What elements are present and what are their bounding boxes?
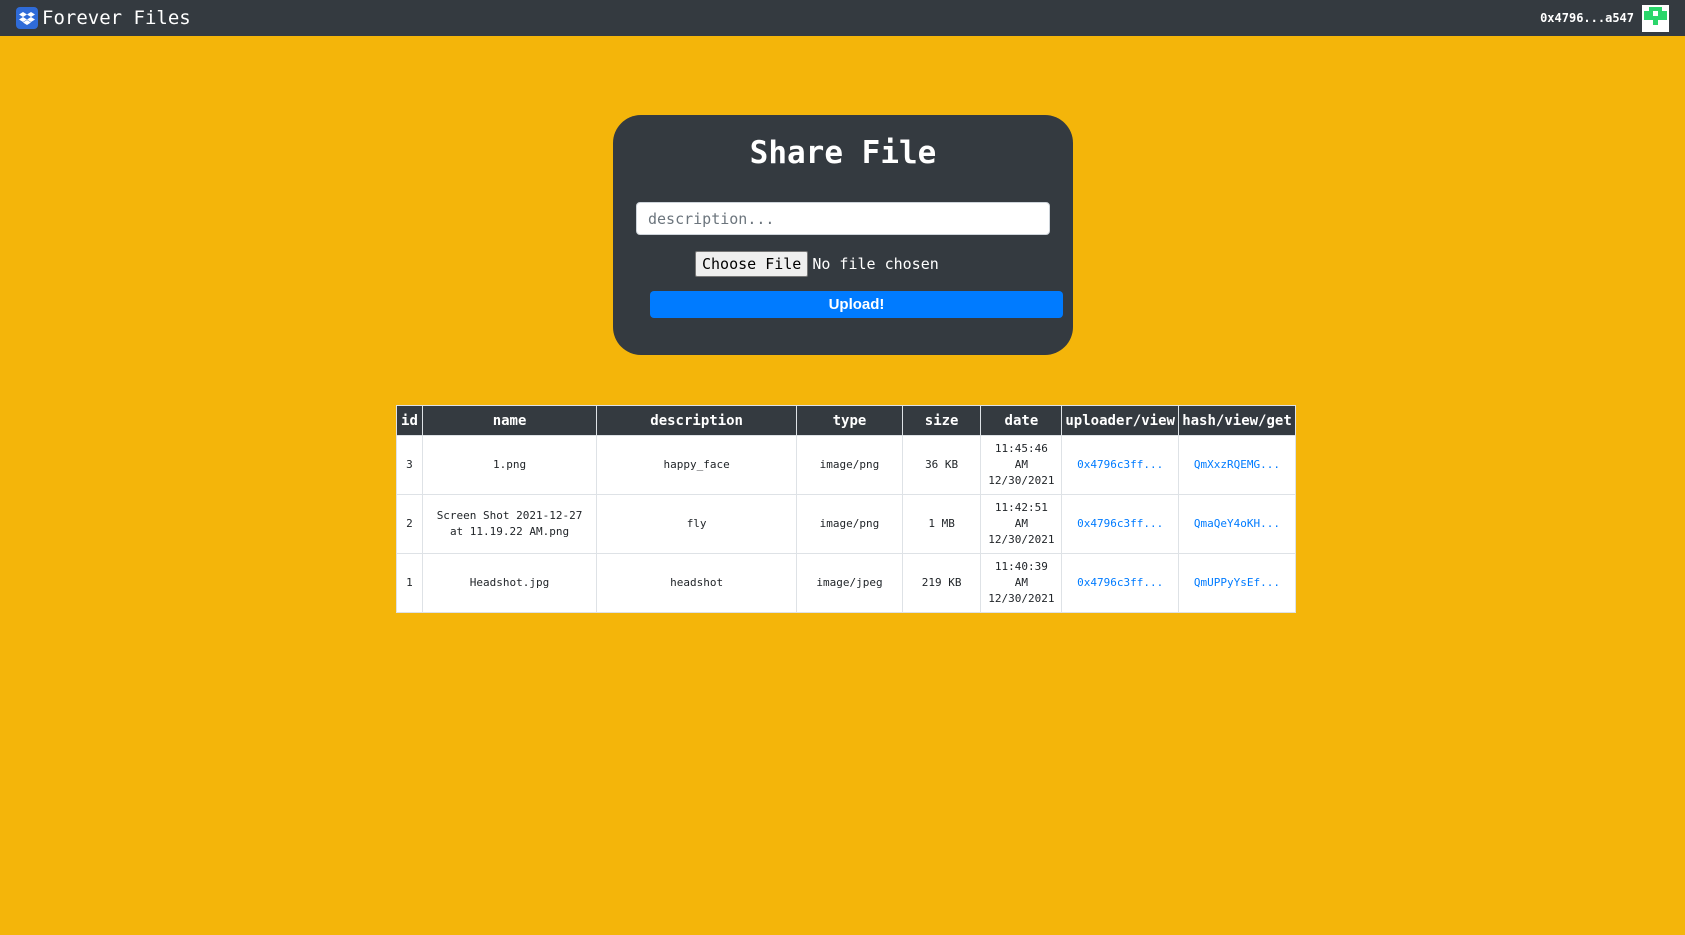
file-status-text: No file chosen bbox=[812, 255, 939, 273]
hash-link[interactable]: QmaQeY4oKH... bbox=[1177, 494, 1297, 554]
date-ampm: AM bbox=[1014, 458, 1029, 471]
card-title: Share File bbox=[749, 135, 937, 171]
header-name: name bbox=[421, 405, 598, 436]
cell-description: happy_face bbox=[596, 435, 798, 495]
cell-date: 11:42:51 AM 12/30/2021 bbox=[980, 494, 1063, 554]
date-day: 12/30/2021 bbox=[988, 474, 1055, 487]
brand[interactable]: Forever Files bbox=[16, 7, 191, 29]
uploader-link[interactable]: 0x4796c3ff... bbox=[1061, 553, 1179, 613]
header-hash: hash/view/get bbox=[1177, 405, 1297, 436]
date-time: 11:40:39 bbox=[994, 560, 1048, 573]
description-input[interactable] bbox=[636, 202, 1050, 235]
cell-size: 219 KB bbox=[901, 553, 982, 613]
cell-date: 11:40:39 AM 12/30/2021 bbox=[980, 553, 1063, 613]
cell-type: image/png bbox=[796, 435, 903, 495]
share-file-card: Share File Choose File No file chosen Up… bbox=[613, 115, 1073, 355]
date-time: 11:42:51 bbox=[994, 501, 1048, 514]
upload-button[interactable]: Upload! bbox=[650, 291, 1063, 318]
header-type: type bbox=[796, 405, 903, 436]
cell-description: fly bbox=[596, 494, 798, 554]
table-row: 1 Headshot.jpg headshot image/jpeg 219 K… bbox=[396, 553, 1297, 613]
cell-description: headshot bbox=[596, 553, 798, 613]
cell-name: Screen Shot 2021-12-27 at 11.19.22 AM.pn… bbox=[421, 494, 598, 554]
hash-link[interactable]: QmXxzRQEMG... bbox=[1177, 435, 1297, 495]
file-picker: Choose File No file chosen bbox=[695, 251, 939, 277]
header-date: date bbox=[980, 405, 1063, 436]
cell-type: image/png bbox=[796, 494, 903, 554]
app-title: Forever Files bbox=[42, 7, 191, 29]
date-ampm: AM bbox=[1014, 517, 1029, 530]
table-row: 2 Screen Shot 2021-12-27 at 11.19.22 AM.… bbox=[396, 494, 1297, 554]
cell-id: 3 bbox=[396, 435, 423, 495]
navbar: Forever Files 0x4796...a547 bbox=[0, 0, 1685, 36]
cell-name: 1.png bbox=[421, 435, 598, 495]
cell-date: 11:45:46 AM 12/30/2021 bbox=[980, 435, 1063, 495]
header-id: id bbox=[396, 405, 423, 436]
cell-size: 36 KB bbox=[901, 435, 982, 495]
header-uploader: uploader/view bbox=[1061, 405, 1179, 436]
choose-file-button[interactable]: Choose File bbox=[695, 251, 809, 277]
date-ampm: AM bbox=[1014, 576, 1029, 589]
hash-link[interactable]: QmUPPyYsEf... bbox=[1177, 553, 1297, 613]
date-day: 12/30/2021 bbox=[988, 592, 1055, 605]
dropbox-logo-icon bbox=[16, 7, 38, 29]
files-table: id name description type size date uploa… bbox=[396, 405, 1297, 613]
account-address: 0x4796...a547 bbox=[1540, 11, 1634, 25]
table-header-row: id name description type size date uploa… bbox=[396, 405, 1297, 436]
cell-size: 1 MB bbox=[901, 494, 982, 554]
table-row: 3 1.png happy_face image/png 36 KB 11:45… bbox=[396, 435, 1297, 495]
header-description: description bbox=[596, 405, 798, 436]
cell-name: Headshot.jpg bbox=[421, 553, 598, 613]
date-day: 12/30/2021 bbox=[988, 533, 1055, 546]
header-size: size bbox=[901, 405, 982, 436]
cell-id: 1 bbox=[396, 553, 423, 613]
date-time: 11:45:46 bbox=[994, 442, 1048, 455]
cell-id: 2 bbox=[396, 494, 423, 554]
identicon-avatar-icon bbox=[1642, 4, 1669, 32]
cell-type: image/jpeg bbox=[796, 553, 903, 613]
uploader-link[interactable]: 0x4796c3ff... bbox=[1061, 435, 1179, 495]
uploader-link[interactable]: 0x4796c3ff... bbox=[1061, 494, 1179, 554]
account-info: 0x4796...a547 bbox=[1540, 4, 1669, 32]
